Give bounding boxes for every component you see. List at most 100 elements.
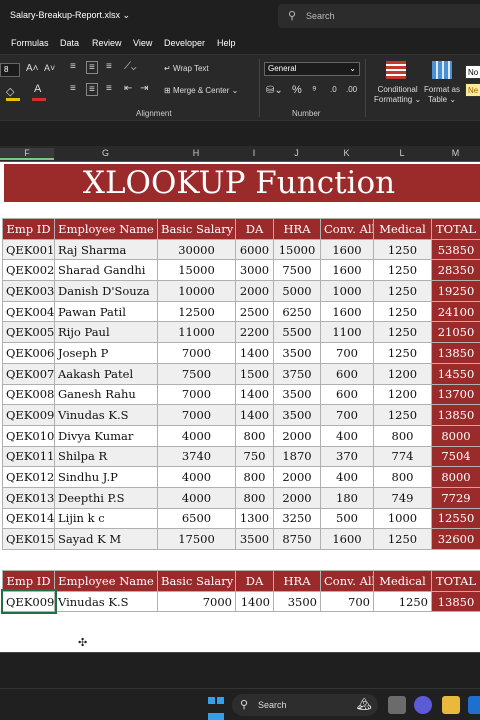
percent-style-icon[interactable]: %: [292, 84, 302, 96]
table-cell[interactable]: 3000: [235, 259, 274, 282]
table-cell[interactable]: 4000: [157, 424, 236, 447]
table-cell[interactable]: 7000: [157, 383, 236, 406]
table-cell[interactable]: 1400: [235, 383, 274, 406]
table-cell[interactable]: Sayad K M: [54, 528, 158, 550]
table-cell[interactable]: 8000: [431, 466, 480, 488]
increase-indent-icon[interactable]: ⇥: [140, 83, 148, 94]
table-cell[interactable]: 4000: [157, 486, 236, 509]
table-cell[interactable]: 12500: [157, 300, 236, 323]
align-center-icon[interactable]: ≡: [86, 83, 98, 96]
table-cell[interactable]: 1250: [373, 300, 432, 323]
table-cell[interactable]: QEK007: [2, 362, 55, 385]
align-bottom-icon[interactable]: ≡: [106, 61, 112, 72]
lookup-result-cell[interactable]: 700: [320, 590, 374, 613]
search-box[interactable]: ⚲ Search: [278, 4, 480, 28]
table-cell[interactable]: 800: [235, 466, 274, 488]
table-cell[interactable]: 7729: [431, 486, 480, 509]
table-cell[interactable]: 2000: [235, 280, 274, 302]
table-cell[interactable]: 13850: [431, 342, 480, 364]
font-size-combo[interactable]: 8: [0, 63, 20, 77]
table-cell[interactable]: 1200: [373, 362, 432, 385]
table-cell[interactable]: Sindhu J.P: [54, 466, 158, 488]
table-cell[interactable]: 8750: [273, 528, 321, 550]
table-cell[interactable]: Divya Kumar: [54, 424, 158, 447]
table-cell[interactable]: QEK003: [2, 280, 55, 302]
table-cell[interactable]: Sharad Gandhi: [54, 259, 158, 282]
align-middle-icon[interactable]: ≡: [86, 61, 98, 74]
table-cell[interactable]: QEK001: [2, 238, 55, 261]
lookup-header-cell[interactable]: Conv. All: [320, 570, 374, 592]
decrease-decimal-icon[interactable]: .00: [346, 85, 357, 94]
comma-style-icon[interactable]: ⁹: [312, 84, 317, 96]
column-header-g[interactable]: G: [54, 148, 157, 158]
table-cell[interactable]: 800: [373, 466, 432, 488]
table-cell[interactable]: 7000: [157, 342, 236, 364]
table-cell[interactable]: 1600: [320, 528, 374, 550]
table-cell[interactable]: Rijo Paul: [54, 321, 158, 344]
table-cell[interactable]: 28350: [431, 259, 480, 282]
table-cell[interactable]: 24100: [431, 300, 480, 323]
windows-start-icon[interactable]: [208, 697, 224, 713]
table-cell[interactable]: 8000: [431, 424, 480, 447]
lookup-result-cell[interactable]: Vinudas K.S: [54, 590, 158, 613]
table-cell[interactable]: 7500: [157, 362, 236, 385]
table-cell[interactable]: 13850: [431, 404, 480, 426]
cell-style-normal[interactable]: No: [465, 65, 480, 79]
lookup-header-cell[interactable]: DA: [235, 570, 274, 592]
table-cell[interactable]: 1250: [373, 238, 432, 261]
table-cell[interactable]: 2200: [235, 321, 274, 344]
table-cell[interactable]: 774: [373, 445, 432, 468]
lookup-value-cell[interactable]: QEK009: [0, 589, 57, 614]
column-header-j[interactable]: J: [273, 148, 320, 158]
decrease-indent-icon[interactable]: ⇤: [124, 83, 132, 94]
align-top-icon[interactable]: ≡: [70, 61, 76, 72]
tab-data[interactable]: Data: [60, 38, 79, 48]
align-right-icon[interactable]: ≡: [106, 83, 112, 94]
table-cell[interactable]: QEK014: [2, 507, 55, 530]
lookup-result-cell[interactable]: 3500: [273, 590, 321, 613]
table-cell[interactable]: QEK008: [2, 383, 55, 406]
table-cell[interactable]: 749: [373, 486, 432, 509]
orientation-icon[interactable]: ⟋⌄: [124, 61, 136, 72]
table-cell[interactable]: 1250: [373, 528, 432, 550]
table-cell[interactable]: 5500: [273, 321, 321, 344]
table-cell[interactable]: 3250: [273, 507, 321, 530]
table-cell[interactable]: 370: [320, 445, 374, 468]
formula-bar[interactable]: [0, 120, 480, 146]
lookup-header-cell[interactable]: Medical: [373, 570, 432, 592]
table-cell[interactable]: 1600: [320, 300, 374, 323]
lookup-header-cell[interactable]: HRA: [273, 570, 321, 592]
table-cell[interactable]: 6250: [273, 300, 321, 323]
file-name[interactable]: Salary-Breakup-Report.xlsx ⌄: [10, 10, 130, 21]
accounting-format-icon[interactable]: ⛁⌄: [266, 85, 283, 96]
table-cell[interactable]: 21050: [431, 321, 480, 344]
table-cell[interactable]: Shilpa R: [54, 445, 158, 468]
table-cell[interactable]: 6000: [235, 238, 274, 261]
table-cell[interactable]: Joseph P: [54, 342, 158, 364]
table-cell[interactable]: 10000: [157, 280, 236, 302]
table-cell[interactable]: 2000: [273, 466, 321, 488]
table-cell[interactable]: 30000: [157, 238, 236, 261]
table-cell[interactable]: 3500: [273, 383, 321, 406]
file-explorer-icon[interactable]: [442, 696, 460, 714]
table-cell[interactable]: 3500: [273, 404, 321, 426]
table-cell[interactable]: 6500: [157, 507, 236, 530]
table-cell[interactable]: Danish D'Souza: [54, 280, 158, 302]
task-view-icon[interactable]: [388, 696, 406, 714]
table-cell[interactable]: 3740: [157, 445, 236, 468]
tab-developer[interactable]: Developer: [164, 38, 205, 48]
number-format-combo[interactable]: General ⌄: [264, 62, 360, 76]
table-cell[interactable]: 1100: [320, 321, 374, 344]
table-cell[interactable]: 1600: [320, 238, 374, 261]
table-cell[interactable]: Pawan Patil: [54, 300, 158, 323]
table-cell[interactable]: 53850: [431, 238, 480, 261]
column-header-i[interactable]: I: [235, 148, 273, 158]
table-cell[interactable]: 1000: [320, 280, 374, 302]
table-cell[interactable]: 1200: [373, 383, 432, 406]
table-cell[interactable]: Lijin k c: [54, 507, 158, 530]
table-cell[interactable]: 1400: [235, 404, 274, 426]
table-cell[interactable]: QEK013: [2, 486, 55, 509]
table-cell[interactable]: QEK002: [2, 259, 55, 282]
lookup-header-cell[interactable]: TOTAL: [431, 570, 480, 592]
table-cell[interactable]: Deepthi P.S: [54, 486, 158, 509]
